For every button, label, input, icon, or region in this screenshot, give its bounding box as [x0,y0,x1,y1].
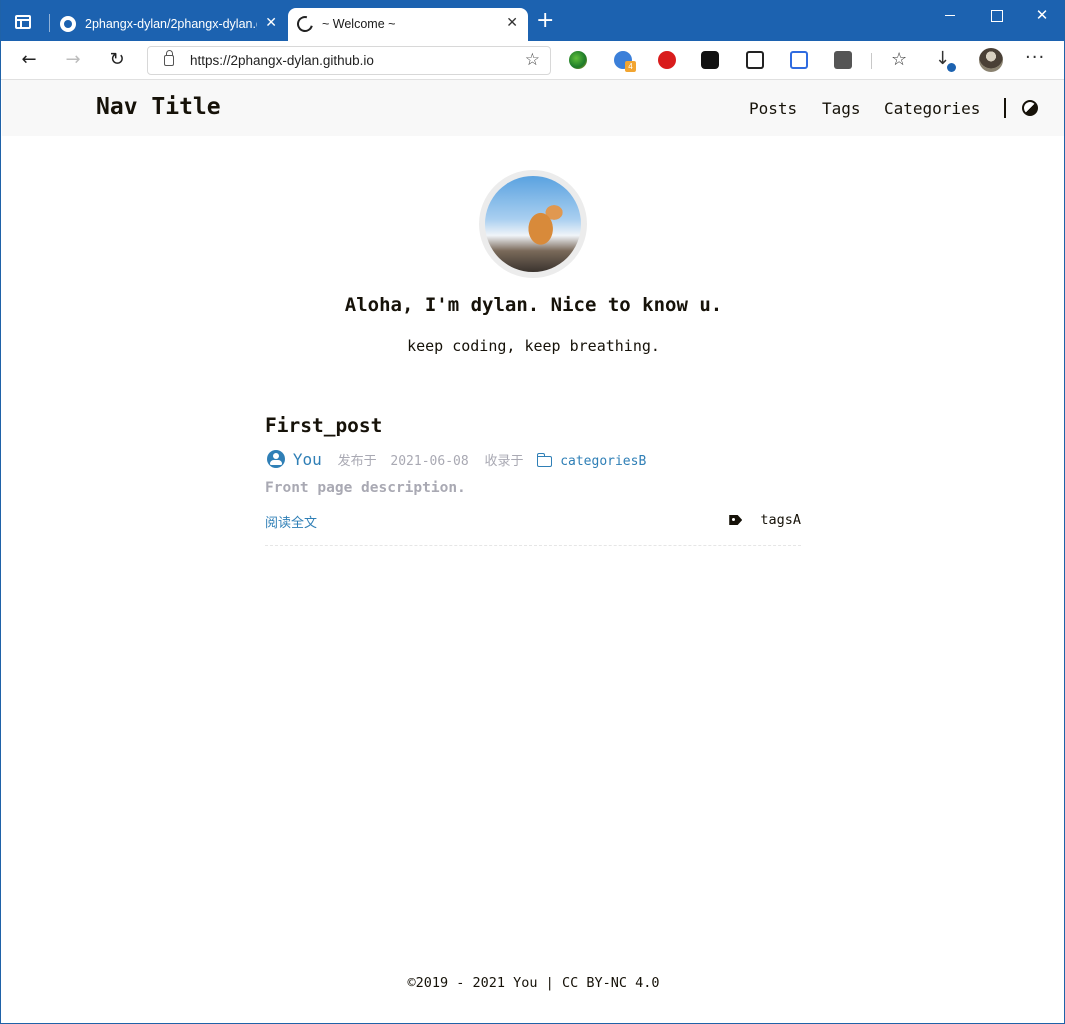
site-brand[interactable]: Nav Title [96,94,221,120]
minimize-button[interactable] [927,0,973,32]
moon-icon [294,13,316,35]
toolbar-separator [871,53,872,69]
maximize-button[interactable] [973,0,1019,32]
post-description: Front page description. [265,480,466,496]
download-indicator-icon [947,63,956,72]
post-author[interactable]: You [293,450,322,469]
forward-button[interactable]: → [59,47,87,75]
new-tab-button[interactable]: + [536,10,554,32]
user-circle-icon [267,450,285,468]
category-label: 收录于 [484,454,524,469]
url-text[interactable]: https://2phangx-dylan.github.io [190,53,374,68]
post-title[interactable]: First_post [265,414,382,437]
title-bar: 2phangx-dylan/2phangx-dylan.g ✕ ~ Welcom… [1,0,1064,41]
nav-tags[interactable]: Tags [822,99,861,118]
motto: keep coding, keep breathing. [407,337,660,355]
browser-window: 2phangx-dylan/2phangx-dylan.g ✕ ~ Welcom… [0,0,1065,1024]
window-close-button[interactable]: ✕ [1019,0,1064,32]
tab-close-icon[interactable]: ✕ [506,15,518,31]
tab-actions-icon[interactable] [15,15,31,29]
favorites-icon[interactable]: ☆ [891,49,907,70]
post-tags: tagsA [729,512,801,528]
post-category[interactable]: categoriesB [560,454,646,469]
picture-in-picture-icon[interactable] [746,51,764,69]
tab-separator [49,14,50,32]
extension-icon[interactable] [834,51,852,69]
avatar [479,170,587,278]
tab-close-icon[interactable]: ✕ [265,15,277,31]
globe-extension-icon[interactable] [569,51,587,69]
profile-avatar[interactable] [979,48,1003,72]
post-card: First_post You 发布于 2021-06-08 收录于 catego… [265,410,801,546]
nav-categories[interactable]: Categories [884,99,980,118]
settings-menu-icon[interactable]: ··· [1025,47,1045,68]
tab-title: 2phangx-dylan/2phangx-dylan.g [85,17,257,31]
tab-welcome[interactable]: ~ Welcome ~ ✕ [288,8,528,41]
avatar-image [485,176,581,272]
back-button[interactable]: ← [15,47,43,75]
post-tag[interactable]: tagsA [760,512,801,528]
post-date: 2021-06-08 [390,454,469,469]
nav-posts[interactable]: Posts [749,99,797,118]
add-favorite-icon[interactable]: ☆ [525,50,540,70]
menu-divider [1004,98,1006,118]
tag-icon [729,515,743,525]
theme-toggle-icon[interactable] [1022,100,1038,116]
github-icon [60,16,76,32]
tab-github[interactable]: 2phangx-dylan/2phangx-dylan.g ✕ [51,8,287,41]
opera-extension-icon[interactable] [658,51,676,69]
footer: ©2019 - 2021 You | CC BY-NC 4.0 [407,975,660,991]
published-label: 发布于 [337,454,377,469]
browser-toolbar: ← → ↻ https://2phangx-dylan.github.io ☆ … [1,41,1064,80]
tab-title: ~ Welcome ~ [322,17,396,31]
extension-badge: 4 [625,61,636,72]
read-more-link[interactable]: 阅读全文 [265,512,317,531]
greeting: Aloha, I'm dylan. Nice to know u. [344,294,723,316]
folder-icon [536,453,553,467]
address-bar[interactable]: https://2phangx-dylan.github.io ☆ [147,46,551,75]
lock-icon[interactable] [164,50,174,66]
reload-button[interactable]: ↻ [103,47,131,75]
tampermonkey-icon[interactable] [701,51,719,69]
post-meta: You 发布于 2021-06-08 收录于 categoriesB [265,450,646,472]
site-header: Nav Title Posts Tags Categories [2,80,1064,136]
translate-icon[interactable] [790,51,808,69]
